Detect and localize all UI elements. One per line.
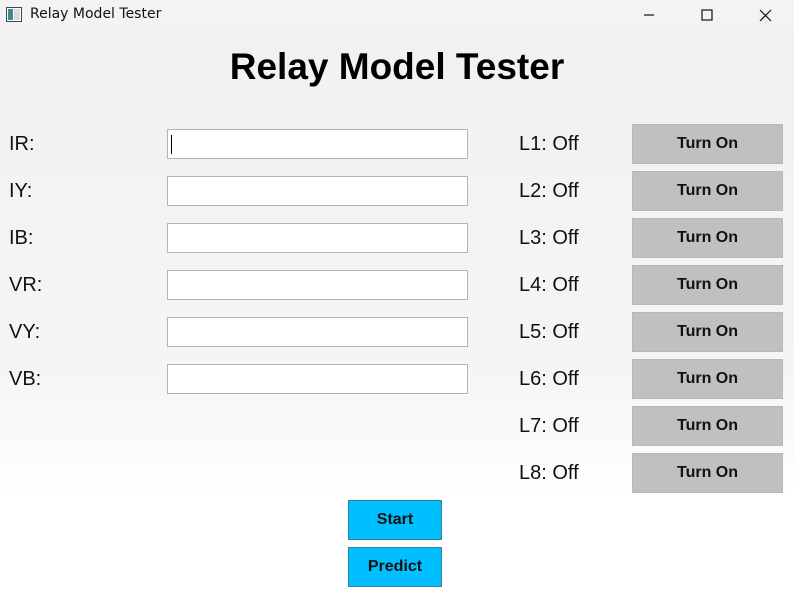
title-bar: Relay Model Tester [0, 0, 794, 30]
vb-label: VB: [9, 368, 42, 390]
light-status-l1: L1: Off [519, 133, 579, 155]
start-button[interactable]: Start [348, 500, 442, 540]
vb-input[interactable] [167, 364, 468, 394]
app-icon [6, 7, 22, 22]
iy-input[interactable] [167, 176, 468, 206]
turn-on-l5-button[interactable]: Turn On [632, 312, 783, 352]
turn-on-l8-button[interactable]: Turn On [632, 453, 783, 493]
light-status-l5: L5: Off [519, 321, 579, 343]
vr-label: VR: [9, 274, 43, 296]
iy-label: IY: [9, 180, 33, 202]
light-status-l2: L2: Off [519, 180, 579, 202]
close-icon [759, 9, 771, 21]
turn-on-l4-button[interactable]: Turn On [632, 265, 783, 305]
window-title: Relay Model Tester [30, 6, 162, 22]
text-caret [171, 135, 172, 154]
close-button[interactable] [736, 0, 794, 30]
light-status-l3: L3: Off [519, 227, 579, 249]
maximize-icon [701, 9, 713, 21]
turn-on-l6-button[interactable]: Turn On [632, 359, 783, 399]
light-status-l8: L8: Off [519, 462, 579, 484]
light-status-l7: L7: Off [519, 415, 579, 437]
minimize-icon [644, 14, 654, 16]
turn-on-l3-button[interactable]: Turn On [632, 218, 783, 258]
ib-input[interactable] [167, 223, 468, 253]
light-status-l4: L4: Off [519, 274, 579, 296]
turn-on-l2-button[interactable]: Turn On [632, 171, 783, 211]
ir-input[interactable] [167, 129, 468, 159]
page-title: Relay Model Tester [229, 46, 565, 87]
ir-label: IR: [9, 133, 35, 155]
minimize-button[interactable] [620, 0, 678, 30]
vy-label: VY: [9, 321, 41, 343]
turn-on-l1-button[interactable]: Turn On [632, 124, 783, 164]
predict-button[interactable]: Predict [348, 547, 442, 587]
vr-input[interactable] [167, 270, 468, 300]
vy-input[interactable] [167, 317, 468, 347]
ib-label: IB: [9, 227, 34, 249]
light-status-l6: L6: Off [519, 368, 579, 390]
maximize-button[interactable] [678, 0, 736, 30]
turn-on-l7-button[interactable]: Turn On [632, 406, 783, 446]
